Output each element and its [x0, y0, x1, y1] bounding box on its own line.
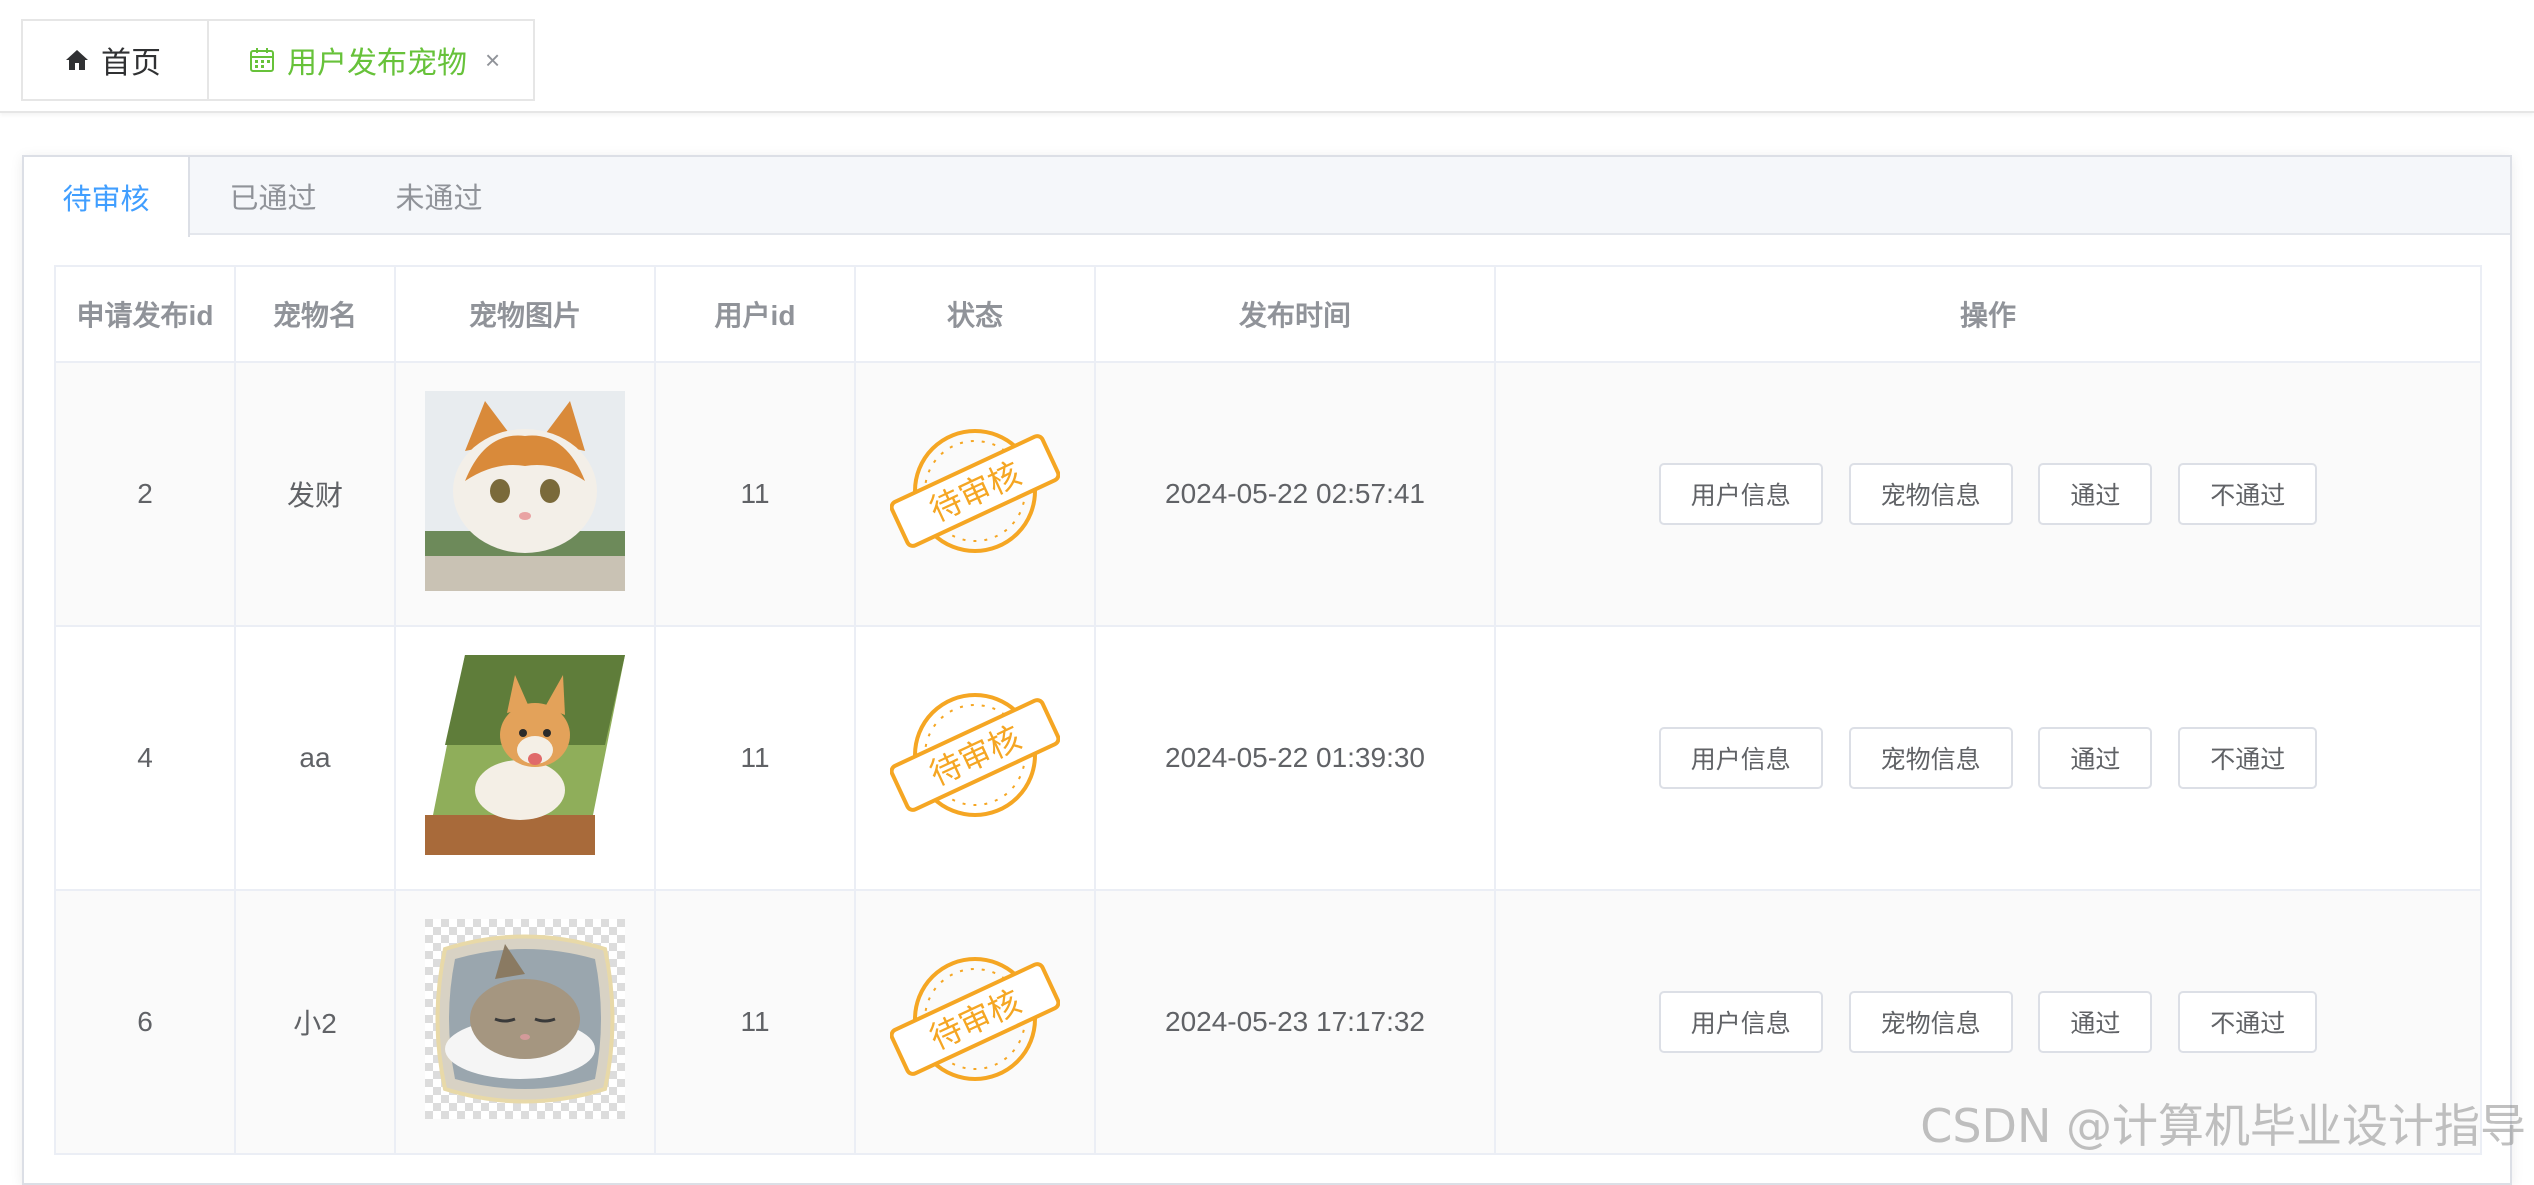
pet-info-button[interactable]: 宠物信息 — [1849, 991, 2013, 1053]
header-actions: 操作 — [1495, 266, 2481, 362]
pet-review-table: 申请发布id 宠物名 宠物图片 用户id 状态 发布时间 操作 2 发财 — [54, 265, 2482, 1155]
header-pet-image: 宠物图片 — [395, 266, 655, 362]
header-status: 状态 — [855, 266, 1095, 362]
user-info-button[interactable]: 用户信息 — [1659, 991, 1823, 1053]
table-header-row: 申请发布id 宠物名 宠物图片 用户id 状态 发布时间 操作 — [55, 266, 2481, 362]
tag-home-label: 首页 — [101, 38, 161, 82]
cell-apply-id: 2 — [55, 362, 235, 626]
pending-stamp-icon: 待审核 — [890, 949, 1060, 1089]
header-pet-name: 宠物名 — [235, 266, 395, 362]
cell-apply-id: 6 — [55, 890, 235, 1154]
cell-publish-time: 2024-05-22 01:39:30 — [1095, 626, 1495, 890]
cell-pet-image — [395, 362, 655, 626]
table-row: 4 aa — [55, 626, 2481, 890]
tag-user-pet-publish[interactable]: 用户发布宠物 × — [209, 19, 535, 101]
pet-info-button[interactable]: 宠物信息 — [1849, 463, 2013, 525]
reject-button[interactable]: 不通过 — [2178, 991, 2317, 1053]
cell-user-id: 11 — [655, 626, 855, 890]
cell-pet-name: aa — [235, 626, 395, 890]
header-user-id: 用户id — [655, 266, 855, 362]
user-info-button[interactable]: 用户信息 — [1659, 727, 1823, 789]
tag-pet-label: 用户发布宠物 — [287, 38, 467, 82]
cell-apply-id: 4 — [55, 626, 235, 890]
pending-stamp-icon: 待审核 — [890, 685, 1060, 825]
reject-button[interactable]: 不通过 — [2178, 463, 2317, 525]
csdn-watermark: CSDN @计算机毕业设计指导 — [1920, 1090, 2526, 1156]
cell-status: 待审核 — [855, 626, 1095, 890]
approve-button[interactable]: 通过 — [2038, 991, 2152, 1053]
cell-pet-image — [395, 890, 655, 1154]
tag-home[interactable]: 首页 — [21, 19, 209, 101]
cell-user-id: 11 — [655, 890, 855, 1154]
cell-user-id: 11 — [655, 362, 855, 626]
close-icon[interactable]: × — [485, 45, 500, 76]
approve-button[interactable]: 通过 — [2038, 727, 2152, 789]
cell-status: 待审核 — [855, 362, 1095, 626]
cell-pet-image — [395, 626, 655, 890]
tab-approved[interactable]: 已通过 — [190, 157, 356, 235]
tab-pending[interactable]: 待审核 — [24, 157, 190, 237]
tags-view-bar: 首页 用户发布宠物 × — [0, 0, 2534, 113]
cell-pet-name: 小2 — [235, 890, 395, 1154]
pet-image-corgi[interactable] — [425, 655, 625, 855]
pet-image-cat[interactable] — [425, 391, 625, 591]
cell-actions: 用户信息 宠物信息 通过 不通过 — [1495, 626, 2481, 890]
reject-button[interactable]: 不通过 — [2178, 727, 2317, 789]
header-publish-time: 发布时间 — [1095, 266, 1495, 362]
calendar-icon — [249, 47, 275, 73]
cell-status: 待审核 — [855, 890, 1095, 1154]
pet-info-button[interactable]: 宠物信息 — [1849, 727, 2013, 789]
tab-rejected[interactable]: 未通过 — [356, 157, 522, 235]
home-icon — [65, 48, 89, 72]
cell-actions: 用户信息 宠物信息 通过 不通过 — [1495, 362, 2481, 626]
table-row: 2 发财 — [55, 362, 2481, 626]
pet-image-sleeping-cat[interactable] — [425, 919, 625, 1119]
pending-stamp-icon: 待审核 — [890, 421, 1060, 561]
cell-publish-time: 2024-05-23 17:17:32 — [1095, 890, 1495, 1154]
approve-button[interactable]: 通过 — [2038, 463, 2152, 525]
user-info-button[interactable]: 用户信息 — [1659, 463, 1823, 525]
tabs-header: 待审核 已通过 未通过 — [24, 157, 2510, 235]
header-apply-id: 申请发布id — [55, 266, 235, 362]
cell-pet-name: 发财 — [235, 362, 395, 626]
cell-publish-time: 2024-05-22 02:57:41 — [1095, 362, 1495, 626]
